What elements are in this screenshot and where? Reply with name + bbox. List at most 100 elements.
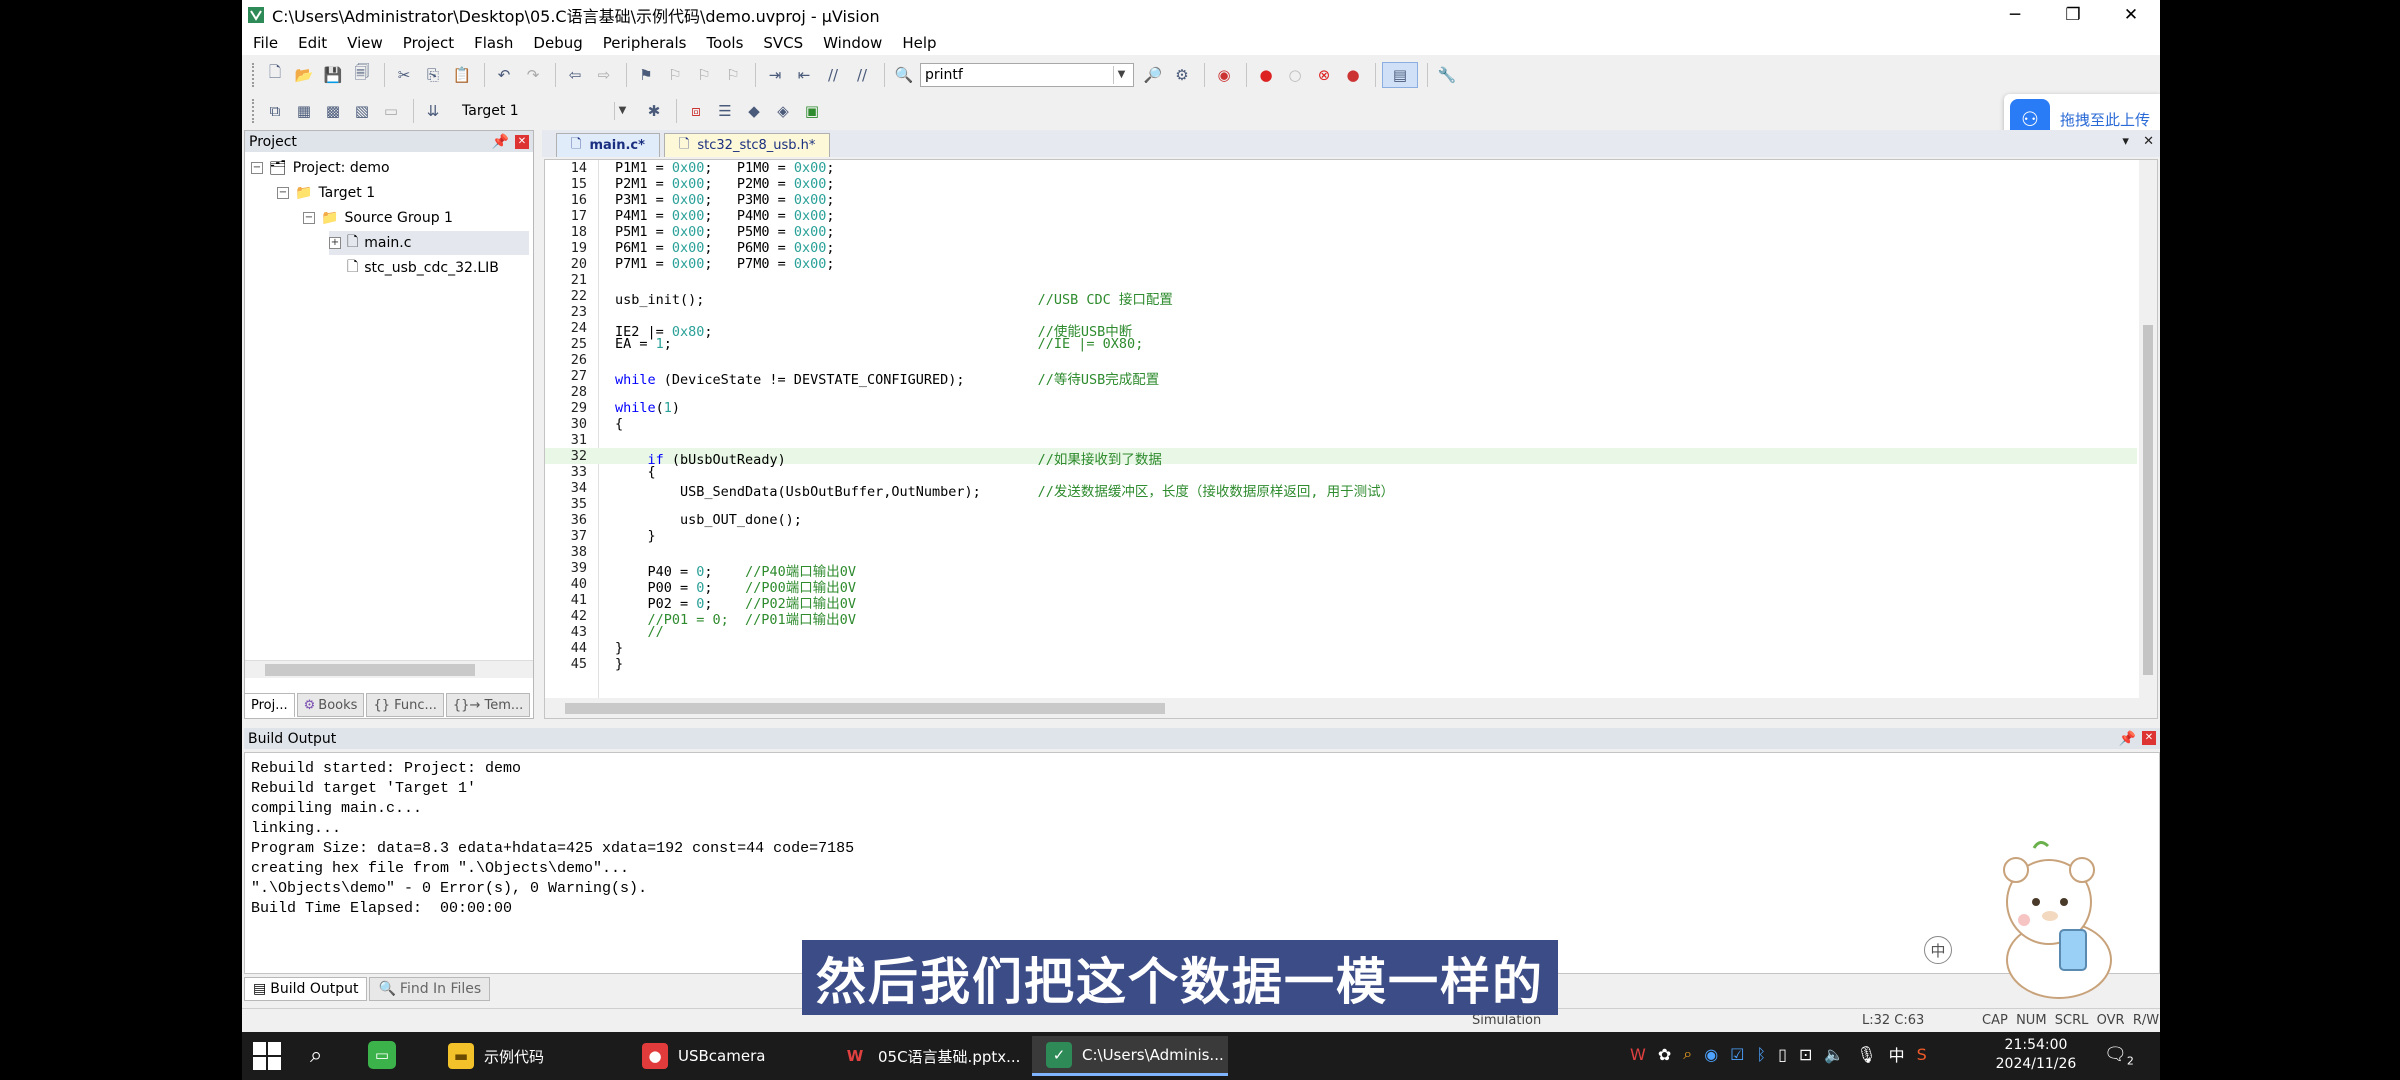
open-file-icon[interactable]: 📂 bbox=[291, 62, 317, 88]
tab-templates[interactable]: {}→ Tem... bbox=[445, 693, 531, 717]
menu-svcs[interactable]: SVCS bbox=[752, 34, 812, 52]
debug-session-icon[interactable]: ◉ bbox=[1211, 62, 1237, 88]
expand-icon[interactable]: + bbox=[329, 237, 341, 249]
tray-app-icon[interactable]: ✿ bbox=[1658, 1045, 1671, 1064]
collapse-icon[interactable]: − bbox=[277, 187, 289, 199]
menu-debug[interactable]: Debug bbox=[522, 34, 591, 52]
rebuild-icon[interactable]: ▩ bbox=[320, 98, 346, 124]
pack-installer-icon[interactable]: ◈ bbox=[770, 98, 796, 124]
volume-icon[interactable]: 🔈 bbox=[1824, 1045, 1844, 1064]
menu-project[interactable]: Project bbox=[392, 34, 463, 52]
runtime-environment-icon[interactable]: ▣ bbox=[799, 98, 825, 124]
code-line[interactable]: 34 USB_SendData(UsbOutBuffer,OutNumber);… bbox=[545, 480, 2137, 500]
scrollbar-thumb[interactable] bbox=[265, 664, 475, 676]
new-file-icon[interactable]: 🗋 bbox=[262, 62, 288, 88]
scrollbar-thumb[interactable] bbox=[565, 703, 1165, 714]
file-extensions-icon[interactable]: ☰ bbox=[712, 98, 738, 124]
uncomment-icon[interactable]: // bbox=[849, 62, 875, 88]
code-line[interactable]: 41 P02 = 0; //P02端口输出0V bbox=[545, 592, 2137, 612]
find-in-files-icon[interactable]: 🔍 bbox=[891, 62, 917, 88]
code-line[interactable]: 39 P40 = 0; //P40端口输出0V bbox=[545, 560, 2137, 580]
chevron-down-icon[interactable]: ▼ bbox=[1113, 65, 1129, 84]
tree-item-project[interactable]: − 🗂 Project: demo bbox=[251, 156, 390, 180]
scrollbar-thumb[interactable] bbox=[2143, 325, 2153, 675]
code-line[interactable]: 16 P3M1 = 0x00; P3M0 = 0x00; bbox=[545, 192, 2137, 208]
tray-app-icon[interactable]: ▯ bbox=[1778, 1045, 1787, 1064]
disable-all-breakpoints-icon[interactable]: ● bbox=[1340, 62, 1366, 88]
menu-edit[interactable]: Edit bbox=[287, 34, 336, 52]
code-line[interactable]: 19 P6M1 = 0x00; P6M0 = 0x00; bbox=[545, 240, 2137, 256]
code-line[interactable]: 33 { bbox=[545, 464, 2137, 480]
notification-icon[interactable]: 🗨2 bbox=[2104, 1044, 2134, 1068]
build-icon[interactable]: ▦ bbox=[291, 98, 317, 124]
tab-build-output[interactable]: ▤ Build Output bbox=[244, 977, 368, 1001]
menu-peripherals[interactable]: Peripherals bbox=[592, 34, 696, 52]
copy-icon[interactable]: ⎘ bbox=[420, 62, 446, 88]
editor-horizontal-scrollbar[interactable] bbox=[545, 698, 2157, 718]
code-line[interactable]: 42 //P01 = 0; //P01端口输出0V bbox=[545, 608, 2137, 628]
nav-forward-icon[interactable]: ⇨ bbox=[591, 62, 617, 88]
code-line[interactable]: 26 bbox=[545, 352, 2137, 368]
indent-icon[interactable]: ⇥ bbox=[762, 62, 788, 88]
search-icon[interactable]: ⌕ bbox=[310, 1043, 322, 1068]
collapse-icon[interactable]: − bbox=[303, 212, 315, 224]
code-line[interactable]: 22 usb_init(); //USB CDC 接口配置 bbox=[545, 288, 2137, 308]
code-line[interactable]: 32 if (bUsbOutReady) //如果接收到了数据 bbox=[545, 448, 2137, 468]
bluetooth-icon[interactable]: ᛒ bbox=[1757, 1045, 1767, 1064]
wechat-icon[interactable]: ▭ bbox=[368, 1041, 396, 1069]
code-line[interactable]: 43 // bbox=[545, 624, 2137, 640]
breakpoint-icon[interactable]: ● bbox=[1253, 62, 1279, 88]
nav-back-icon[interactable]: ⇦ bbox=[562, 62, 588, 88]
code-editor[interactable]: 14 P1M1 = 0x00; P1M0 = 0x00; 15 P2M1 = 0x00… bbox=[544, 159, 2158, 719]
taskbar-app-explorer[interactable]: ▬ 示例代码 bbox=[438, 1036, 636, 1076]
tab-main-c[interactable]: 🗋 main.c* bbox=[556, 133, 660, 157]
tree-item-source-group[interactable]: − 📁 Source Group 1 bbox=[303, 206, 453, 230]
code-line[interactable]: 20 P7M1 = 0x00; P7M0 = 0x00; bbox=[545, 256, 2137, 272]
code-line[interactable]: 40 P00 = 0; //P00端口输出0V bbox=[545, 576, 2137, 596]
tab-usb-header[interactable]: 🗋 stc32_stc8_usb.h* bbox=[663, 133, 831, 157]
code-line[interactable]: 36 usb_OUT_done(); bbox=[545, 512, 2137, 528]
taskbar-clock[interactable]: 21:54:00 2024/11/26 bbox=[1994, 1036, 2078, 1074]
code-line[interactable]: 23 bbox=[545, 304, 2137, 320]
tab-books[interactable]: ⚙ Books bbox=[296, 693, 365, 717]
code-line[interactable]: 35 bbox=[545, 496, 2137, 512]
chevron-down-icon[interactable]: ▼ bbox=[614, 101, 630, 120]
code-line[interactable]: 14 P1M1 = 0x00; P1M0 = 0x00; bbox=[545, 160, 2137, 176]
incremental-find-icon[interactable]: 🔎 bbox=[1140, 62, 1166, 88]
taskbar-app-wps[interactable]: W 05C语言基础.pptx... bbox=[838, 1036, 1036, 1076]
code-line[interactable]: 17 P4M1 = 0x00; P4M0 = 0x00; bbox=[545, 208, 2137, 224]
menu-view[interactable]: View bbox=[336, 34, 392, 52]
code-line[interactable]: 38 bbox=[545, 544, 2137, 560]
code-line[interactable]: 21 bbox=[545, 272, 2137, 288]
target-combo[interactable]: Target 1 ▼ bbox=[457, 99, 635, 123]
tab-project[interactable]: Proj... bbox=[244, 693, 295, 717]
project-horizontal-scrollbar[interactable] bbox=[245, 660, 533, 678]
code-line[interactable]: 44} bbox=[545, 640, 2137, 656]
taskbar-app-uvision[interactable]: ✓ C:\Users\Adminis... bbox=[1032, 1036, 1228, 1076]
target-options-icon[interactable]: ✱ bbox=[641, 98, 667, 124]
code-line[interactable]: 15 P2M1 = 0x00; P2M0 = 0x00; bbox=[545, 176, 2137, 192]
configure-icon[interactable]: ⚙ bbox=[1169, 62, 1195, 88]
menu-help[interactable]: Help bbox=[891, 34, 945, 52]
stop-build-icon[interactable]: ▭ bbox=[378, 98, 404, 124]
code-line[interactable]: 25 EA = 1; //IE |= 0X80; bbox=[545, 336, 2137, 352]
close-icon[interactable]: ✕ bbox=[515, 134, 529, 149]
save-all-icon[interactable]: 🗐 bbox=[349, 62, 375, 88]
window-layout-icon[interactable]: ▤ bbox=[1382, 61, 1418, 88]
next-bookmark-icon[interactable]: ⚐ bbox=[691, 62, 717, 88]
close-button[interactable]: ✕ bbox=[2102, 0, 2160, 30]
menu-flash[interactable]: Flash bbox=[463, 34, 522, 52]
collapse-icon[interactable]: − bbox=[251, 162, 263, 174]
tree-item-lib[interactable]: 🗋 stc_usb_cdc_32.LIB bbox=[347, 256, 499, 280]
tools-icon[interactable]: 🔧 bbox=[1434, 62, 1460, 88]
clear-bookmarks-icon[interactable]: ⚐ bbox=[720, 62, 746, 88]
code-line[interactable]: 31 bbox=[545, 432, 2137, 448]
tab-functions[interactable]: {} Func... bbox=[366, 693, 444, 717]
code-line[interactable]: 28 bbox=[545, 384, 2137, 400]
network-icon[interactable]: ⊡ bbox=[1799, 1045, 1812, 1064]
pin-icon[interactable]: 📌 bbox=[2119, 731, 2136, 747]
ime-indicator[interactable]: 中 bbox=[1889, 1042, 1905, 1066]
sogou-icon[interactable]: S bbox=[1917, 1045, 1927, 1064]
taskbar-app-usbcamera[interactable]: ● USBcamera bbox=[638, 1036, 836, 1076]
windows-start-icon[interactable] bbox=[250, 1040, 284, 1072]
